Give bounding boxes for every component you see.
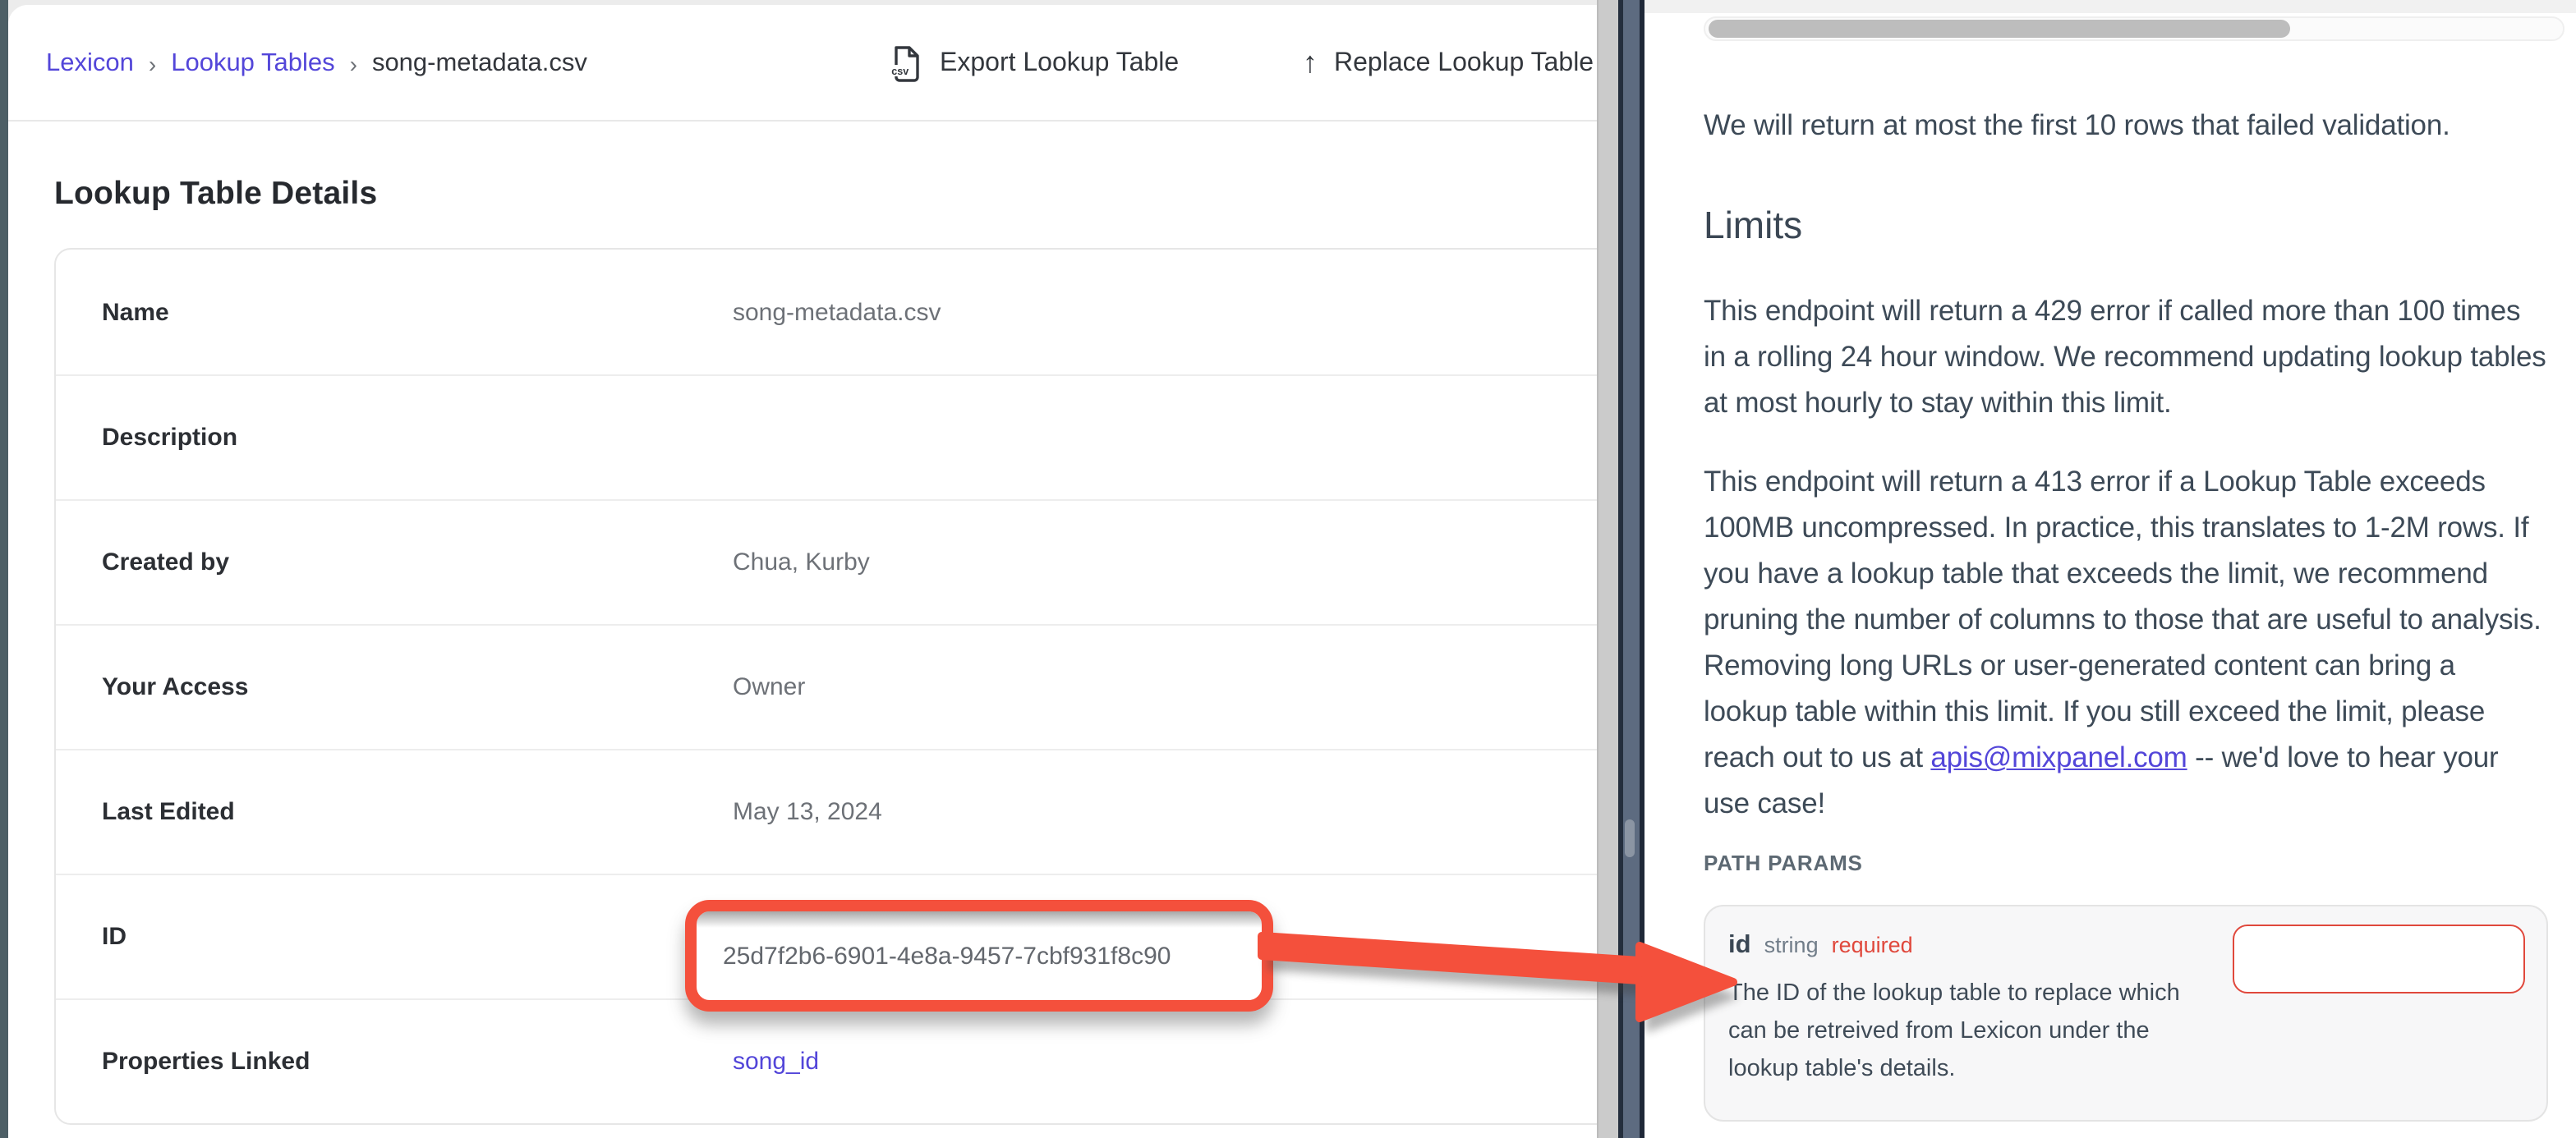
row-label: Your Access — [56, 673, 733, 701]
table-row-last-edited: Last Edited May 13, 2024 — [56, 749, 1597, 874]
row-label: Last Edited — [56, 798, 733, 826]
id-param-card: id string required The ID of the lookup … — [1704, 905, 2548, 1122]
docs-background-band — [1623, 0, 1640, 1138]
docs-top-strip — [1644, 0, 2576, 13]
breadcrumb-current-file: song-metadata.csv — [372, 48, 587, 78]
table-row-properties-linked: Properties Linked song_id — [56, 998, 1597, 1123]
param-required-badge: required — [1832, 933, 1913, 957]
breadcrumb-separator-icon: › — [149, 50, 156, 76]
table-row-description: Description — [56, 374, 1597, 499]
export-button-label: Export Lookup Table — [940, 48, 1179, 78]
validation-note-text: We will return at most the first 10 rows… — [1704, 102, 2546, 148]
row-label: Properties Linked — [56, 1048, 733, 1076]
horizontal-scrollbar-thumb[interactable] — [1709, 20, 2290, 38]
svg-text:csv: csv — [891, 65, 908, 76]
upload-arrow-icon: ↑ — [1303, 46, 1318, 80]
page-title: Lookup Table Details — [54, 176, 377, 213]
replace-button-label: Replace Lookup Table — [1334, 48, 1594, 78]
row-value: Owner — [733, 673, 805, 701]
row-label: Created by — [56, 548, 733, 576]
paragraph-413-text: This endpoint will return a 413 error if… — [1704, 465, 2542, 773]
export-lookup-table-button[interactable]: csv Export Lookup Table — [887, 5, 1179, 122]
docs-scrollbar-thumb[interactable] — [1625, 819, 1635, 857]
table-row-name: Name song-metadata.csv — [56, 250, 1597, 374]
limits-paragraph-429: This endpoint will return a 429 error if… — [1704, 287, 2546, 425]
replace-lookup-table-button[interactable]: ↑ Replace Lookup Table — [1303, 5, 1594, 122]
param-name: id — [1728, 931, 1751, 961]
row-value: song-metadata.csv — [733, 298, 941, 326]
table-row-your-access: Your Access Owner — [56, 624, 1597, 749]
limits-heading: Limits — [1704, 204, 1802, 248]
id-param-input[interactable] — [2233, 925, 2525, 993]
horizontal-scrollbar[interactable] — [1704, 16, 2564, 41]
left-window-scrollbar[interactable] — [1597, 0, 1618, 1138]
lookup-table-id-value: 25d7f2b6-6901-4e8a-9457-7cbf931f8c90 — [697, 942, 1171, 970]
row-value: Chua, Kurby — [733, 548, 870, 576]
background-edge-strip — [0, 0, 8, 1138]
song-id-property-link[interactable]: song_id — [733, 1048, 819, 1076]
lexicon-header-bar: Lexicon › Lookup Tables › song-metadata.… — [8, 5, 1597, 122]
api-docs-panel: We will return at most the first 10 rows… — [1644, 0, 2576, 1138]
breadcrumb-separator-icon: › — [350, 50, 357, 76]
limits-paragraph-413: This endpoint will return a 413 error if… — [1704, 458, 2546, 826]
csv-file-icon: csv — [887, 44, 923, 83]
breadcrumb: Lexicon › Lookup Tables › song-metadata.… — [46, 5, 587, 122]
table-row-created-by: Created by Chua, Kurby — [56, 499, 1597, 624]
breadcrumb-lookup-tables-link[interactable]: Lookup Tables — [171, 48, 334, 78]
row-label: Name — [56, 298, 733, 326]
row-label: ID — [56, 923, 733, 951]
row-label: Description — [56, 424, 733, 452]
screenshot-stage: Lexicon › Lookup Tables › song-metadata.… — [0, 0, 2576, 1138]
param-description: The ID of the lookup table to replace wh… — [1728, 975, 2211, 1089]
breadcrumb-lexicon-link[interactable]: Lexicon — [46, 48, 134, 78]
path-params-heading: PATH PARAMS — [1704, 851, 1863, 875]
row-value: May 13, 2024 — [733, 798, 882, 826]
param-type: string — [1764, 933, 1819, 957]
apis-email-link[interactable]: apis@mixpanel.com — [1930, 741, 2187, 773]
id-annotation-box: 25d7f2b6-6901-4e8a-9457-7cbf931f8c90 — [685, 900, 1273, 1012]
id-annotation-inner-shadow — [697, 911, 1262, 928]
